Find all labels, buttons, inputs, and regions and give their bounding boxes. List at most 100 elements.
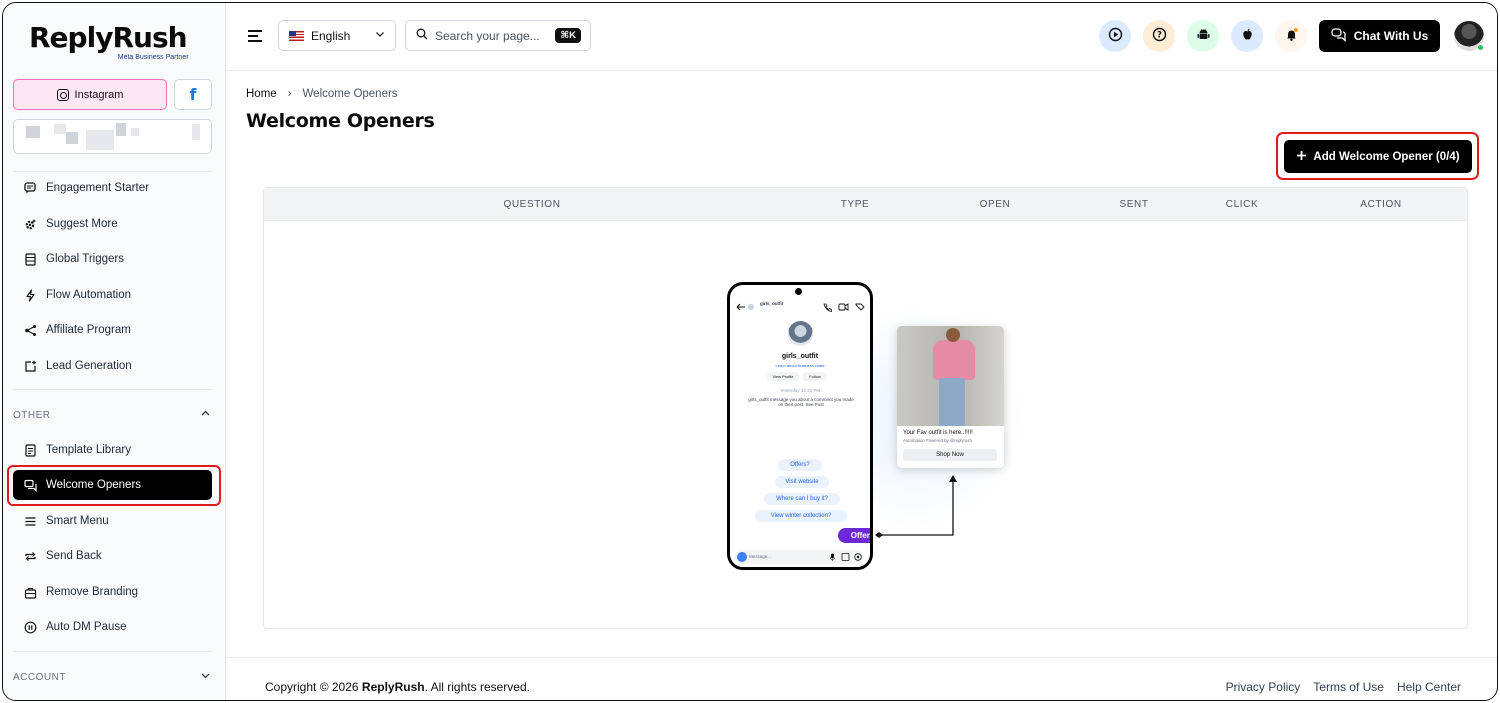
sidebar-item-suggest-more[interactable]: Suggest More: [13, 209, 212, 239]
shortcut-badge: ⌘K: [555, 28, 581, 43]
business-chat-link: Learn about business chats: [775, 363, 825, 368]
sidebar-item-label: Template Library: [46, 444, 132, 456]
section-other[interactable]: OTHER: [13, 410, 51, 421]
sidebar-item-smart-menu[interactable]: Smart Menu: [13, 506, 212, 536]
breadcrumb-home[interactable]: Home: [246, 88, 277, 100]
sidebar-item-send-back[interactable]: Send Back: [13, 541, 212, 571]
list-icon: [24, 252, 37, 266]
language-value: English: [311, 28, 351, 43]
terms-of-use-link[interactable]: Terms of Use: [1313, 680, 1384, 694]
copyright-brand: ReplyRush: [361, 680, 425, 694]
brand-tagline: Meta Business Partner: [117, 54, 189, 61]
quick-reply-chip: Visit website: [775, 476, 829, 488]
divider: [13, 651, 212, 652]
language-select[interactable]: English: [278, 20, 396, 51]
table-header: QUESTION TYPE OPEN SENT CLICK ACTION: [264, 188, 1467, 221]
product-image: [897, 326, 1004, 426]
help-button[interactable]: ?: [1143, 20, 1175, 52]
card-subtitle: Automation Powered by @replyrush: [903, 438, 972, 443]
apple-icon: [1240, 27, 1255, 45]
section-label: OTHER: [13, 410, 51, 421]
sidebar-item-label: Flow Automation: [46, 289, 132, 301]
sidebar-item-remove-branding[interactable]: Remove Branding: [13, 577, 212, 607]
facebook-icon: f: [189, 85, 197, 104]
ios-app-button[interactable]: [1231, 20, 1263, 52]
chevron-down-icon: [375, 29, 385, 42]
quick-reply-chip: Offers?: [778, 459, 822, 471]
copyright-suffix: . All rights reserved.: [424, 680, 530, 694]
brand-name: ReplyRush: [29, 21, 188, 54]
profile-name: girls_outfit: [781, 353, 819, 360]
column-action[interactable]: ACTION: [1360, 199, 1401, 210]
divider: [13, 171, 212, 172]
facebook-tab[interactable]: f: [174, 79, 212, 110]
hamburger-menu-icon[interactable]: [248, 30, 262, 45]
sidebar-item-label: Global Triggers: [46, 253, 124, 265]
play-icon: [1108, 27, 1123, 45]
section-label: ACCOUNT: [13, 672, 66, 683]
page-title: Welcome Openers: [246, 110, 435, 132]
online-status-dot: [1477, 44, 1484, 51]
column-question[interactable]: QUESTION: [503, 199, 560, 210]
privacy-policy-link[interactable]: Privacy Policy: [1226, 680, 1301, 694]
connector-arrow: [875, 475, 957, 538]
footer-divider: [226, 657, 1497, 658]
sidebar-item-label: Smart Menu: [46, 515, 109, 527]
sidebar-item-global-triggers[interactable]: Global Triggers: [13, 244, 212, 274]
bolt-icon: [24, 288, 37, 302]
column-open[interactable]: OPEN: [980, 199, 1011, 210]
sidebar-item-auto-dm-pause[interactable]: Auto DM Pause: [13, 612, 212, 642]
copyright: Copyright © 2026 ReplyRush. All rights r…: [265, 680, 530, 694]
add-box-icon: [24, 360, 37, 373]
message-text: girls_outfit message you about a comment…: [748, 397, 854, 407]
highlight-outline: [7, 465, 221, 506]
account-selector[interactable]: [13, 119, 212, 154]
phone-camera: [795, 288, 802, 295]
blurred-pixel: [86, 130, 114, 150]
question-icon: ?: [1152, 27, 1167, 45]
menu-icon: [24, 515, 37, 528]
notifications-button[interactable]: [1275, 20, 1307, 52]
chat-spark-icon: [24, 181, 37, 195]
picture-shape: [933, 340, 975, 380]
phone-mockup: girls_outfit girls_outfit Learn about bu…: [727, 282, 873, 570]
sidebar-item-lead-generation[interactable]: Lead Generation: [13, 351, 212, 381]
instagram-label: Instagram: [74, 88, 124, 101]
search-input[interactable]: Search your page...: [435, 29, 540, 43]
chevron-up-icon[interactable]: [200, 408, 211, 422]
sidebar-item-affiliate-program[interactable]: Affiliate Program: [13, 315, 212, 345]
message-placeholder: Message...: [749, 554, 772, 559]
search-icon: [416, 28, 428, 43]
blurred-pixel: [192, 124, 200, 140]
sidebar-item-template-library[interactable]: Template Library: [13, 435, 212, 465]
column-click[interactable]: CLICK: [1226, 199, 1258, 210]
bag-icon: [24, 586, 37, 599]
play-tutorial-button[interactable]: [1099, 20, 1131, 52]
instagram-tab[interactable]: Instagram: [13, 79, 167, 110]
sidebar-item-flow-automation[interactable]: Flow Automation: [13, 280, 212, 310]
brand-logo[interactable]: ReplyRush Meta Business Partner: [29, 21, 189, 61]
column-type[interactable]: TYPE: [841, 199, 870, 210]
follow-pill: Follow: [803, 372, 827, 381]
section-account[interactable]: ACCOUNT: [13, 672, 66, 683]
sidebar-item-engagement-starter[interactable]: Engagement Starter: [13, 173, 212, 203]
blurred-pixel: [116, 123, 126, 136]
chat-button-label: Chat With Us: [1353, 29, 1429, 43]
svg-text:?: ?: [1157, 31, 1162, 41]
chevron-down-icon[interactable]: [200, 670, 211, 684]
column-sent[interactable]: SENT: [1119, 199, 1148, 210]
us-flag-icon: [289, 30, 304, 41]
android-icon: [1196, 27, 1211, 45]
chat-with-us-button[interactable]: Chat With Us: [1319, 20, 1440, 52]
copyright-prefix: Copyright © 2026: [265, 680, 359, 694]
message-timestamp: Yesterday 12:20 PM: [779, 388, 821, 393]
search-box[interactable]: Search your page... ⌘K: [405, 20, 591, 51]
share-icon: [24, 324, 37, 337]
pause-icon: [24, 621, 37, 634]
sidebar-item-label: Lead Generation: [46, 360, 132, 372]
instagram-icon: [56, 88, 69, 101]
bell-icon: [1284, 27, 1299, 45]
help-center-link[interactable]: Help Center: [1397, 680, 1461, 694]
android-app-button[interactable]: [1187, 20, 1219, 52]
highlight-outline: [1276, 132, 1479, 180]
